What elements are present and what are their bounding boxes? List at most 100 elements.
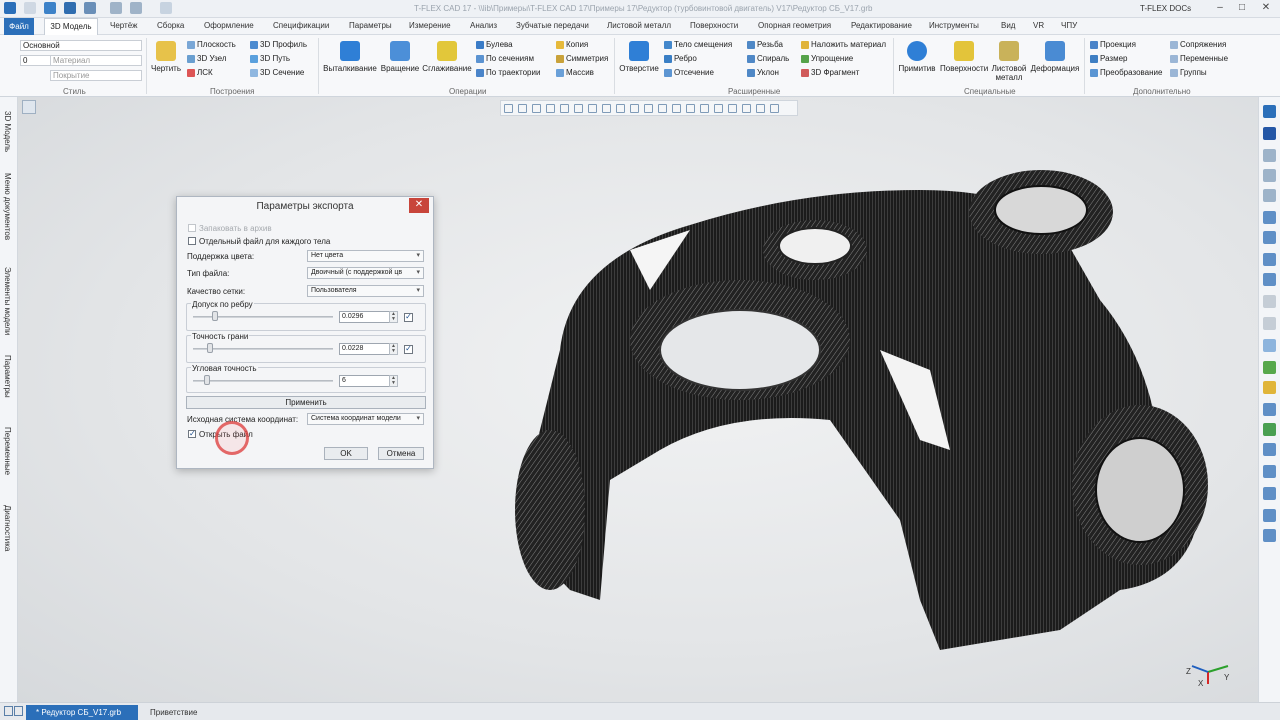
3d-model-view[interactable] [500,120,1240,680]
tool-icon[interactable] [1263,423,1276,436]
source-cs-select[interactable]: Система координат модели [307,413,424,425]
tab-design[interactable]: Оформление [204,21,254,30]
apply-button[interactable]: Применить [186,396,426,409]
open-file-icon[interactable] [44,2,56,14]
welcome-tab[interactable]: Приветствие [150,708,197,717]
face-accuracy-checkbox[interactable]: ✓ [404,345,413,354]
tab-specifications[interactable]: Спецификации [273,21,329,30]
open-file-checkbox[interactable]: ✓ [188,430,196,438]
view-icon[interactable] [1263,105,1276,118]
pack-archive-checkbox[interactable] [188,224,196,232]
undo-icon[interactable] [110,2,122,14]
dialog-close-button[interactable]: ✕ [409,198,429,213]
angular-accuracy-spinner[interactable]: ▲ ▼ [389,375,398,387]
extrude-button[interactable]: Выталкивание [323,41,377,73]
minimize-button[interactable]: – [1212,2,1228,13]
variables-button[interactable]: Переменные [1170,54,1228,63]
layout-icon[interactable] [14,706,23,716]
color-support-select[interactable]: Нет цвета [307,250,424,262]
tool-icon[interactable] [1263,317,1276,330]
panel-model-elements[interactable]: Элементы модели [3,267,12,335]
magnet-icon[interactable] [1263,127,1276,140]
filter-icon[interactable] [504,104,513,113]
deform-button[interactable]: Деформация [1030,41,1080,73]
axis-icon[interactable] [630,104,639,113]
tool-icon[interactable] [1263,295,1276,308]
tab-3d-model[interactable]: 3D Модель [44,18,98,35]
primitives-button[interactable]: Примитив [896,41,938,73]
angular-accuracy-slider[interactable] [193,380,333,382]
sheet-metal-button[interactable]: Листовой металл [990,41,1028,82]
rib-button[interactable]: Ребро [664,54,697,63]
path3d-button[interactable]: 3D Путь [250,54,290,63]
text-icon[interactable] [1263,509,1276,522]
tool-icon[interactable] [1263,211,1276,224]
view-cube-icon[interactable] [728,104,737,113]
display-icon[interactable] [756,104,765,113]
symmetry-button[interactable]: Симметрия [556,54,608,63]
zoom-in-icon[interactable] [1263,169,1276,182]
section3d-button[interactable]: 3D Сечение [250,68,304,77]
tool-icon[interactable] [1263,381,1276,394]
view-cube-icon[interactable] [658,104,667,113]
boolean-button[interactable]: Булева [476,40,513,49]
panel-variables[interactable]: Переменные [3,427,12,475]
size-button[interactable]: Размер [1090,54,1128,63]
view-cube-icon[interactable] [742,104,751,113]
axis-icon[interactable] [616,104,625,113]
face-accuracy-slider[interactable] [193,348,333,350]
document-tab[interactable]: * Редуктор СБ_V17.grb [26,705,138,720]
fragment3d-button[interactable]: 3D Фрагмент [801,68,859,77]
by-sections-button[interactable]: По сечениям [476,54,534,63]
display-icon[interactable] [770,104,779,113]
view-cube-icon[interactable] [700,104,709,113]
tool-icon[interactable] [1263,443,1276,456]
text-icon[interactable] [1263,529,1276,542]
material-select[interactable]: Материал [50,55,142,66]
tab-assembly[interactable]: Сборка [157,21,184,30]
edge-tolerance-spinner[interactable]: ▲ ▼ [389,311,398,323]
offset-body-button[interactable]: Тело смещения [664,40,732,49]
select-icon[interactable] [518,104,527,113]
profile3d-button[interactable]: 3D Профиль [250,40,307,49]
zoom-out-icon[interactable] [1263,189,1276,202]
app-menu-icon[interactable] [4,2,16,14]
panel-diagnostics[interactable]: Диагностика [3,505,12,551]
by-path-button[interactable]: По траектории [476,68,540,77]
layout-icon[interactable] [4,706,13,716]
save-icon[interactable] [64,2,76,14]
layer-select[interactable]: Основной [20,40,142,51]
grid-icon[interactable] [546,104,555,113]
face-accuracy-thumb[interactable] [207,343,213,353]
view-cube-icon[interactable] [644,104,653,113]
tool-icon[interactable] [1263,465,1276,478]
tab-gears[interactable]: Зубчатые передачи [516,21,589,30]
revolve-button[interactable]: Вращение [380,41,420,73]
lcs-button[interactable]: ЛСК [187,68,213,77]
tab-parameters[interactable]: Параметры [349,21,392,30]
view-cube-icon[interactable] [672,104,681,113]
axis-icon[interactable] [602,104,611,113]
projection-button[interactable]: Проекция [1090,40,1136,49]
panel-parameters[interactable]: Параметры [3,355,12,398]
check-icon[interactable] [574,104,583,113]
snap-icon[interactable] [532,104,541,113]
view-cube-icon[interactable] [686,104,695,113]
tab-sheet-metal[interactable]: Листовой металл [607,21,671,30]
tab-file[interactable]: Файл [4,18,34,35]
print-icon[interactable] [84,2,96,14]
cancel-button[interactable]: Отмена [378,447,424,460]
separate-file-checkbox[interactable] [188,237,196,245]
tab-tools[interactable]: Инструменты [929,21,979,30]
cut-button[interactable]: Отсечение [664,68,714,77]
close-window-button[interactable]: ✕ [1258,2,1274,13]
edge-tolerance-checkbox[interactable]: ✓ [404,313,413,322]
edge-tolerance-thumb[interactable] [212,311,218,321]
panel-3d-model[interactable]: 3D Модель [3,111,12,152]
coating-select[interactable]: Покрытие [50,70,142,81]
tab-analysis[interactable]: Анализ [470,21,497,30]
transform-button[interactable]: Преобразование [1090,68,1162,77]
new-file-icon[interactable] [24,2,36,14]
tab-view[interactable]: Вид [1001,21,1015,30]
angular-accuracy-thumb[interactable] [204,375,210,385]
